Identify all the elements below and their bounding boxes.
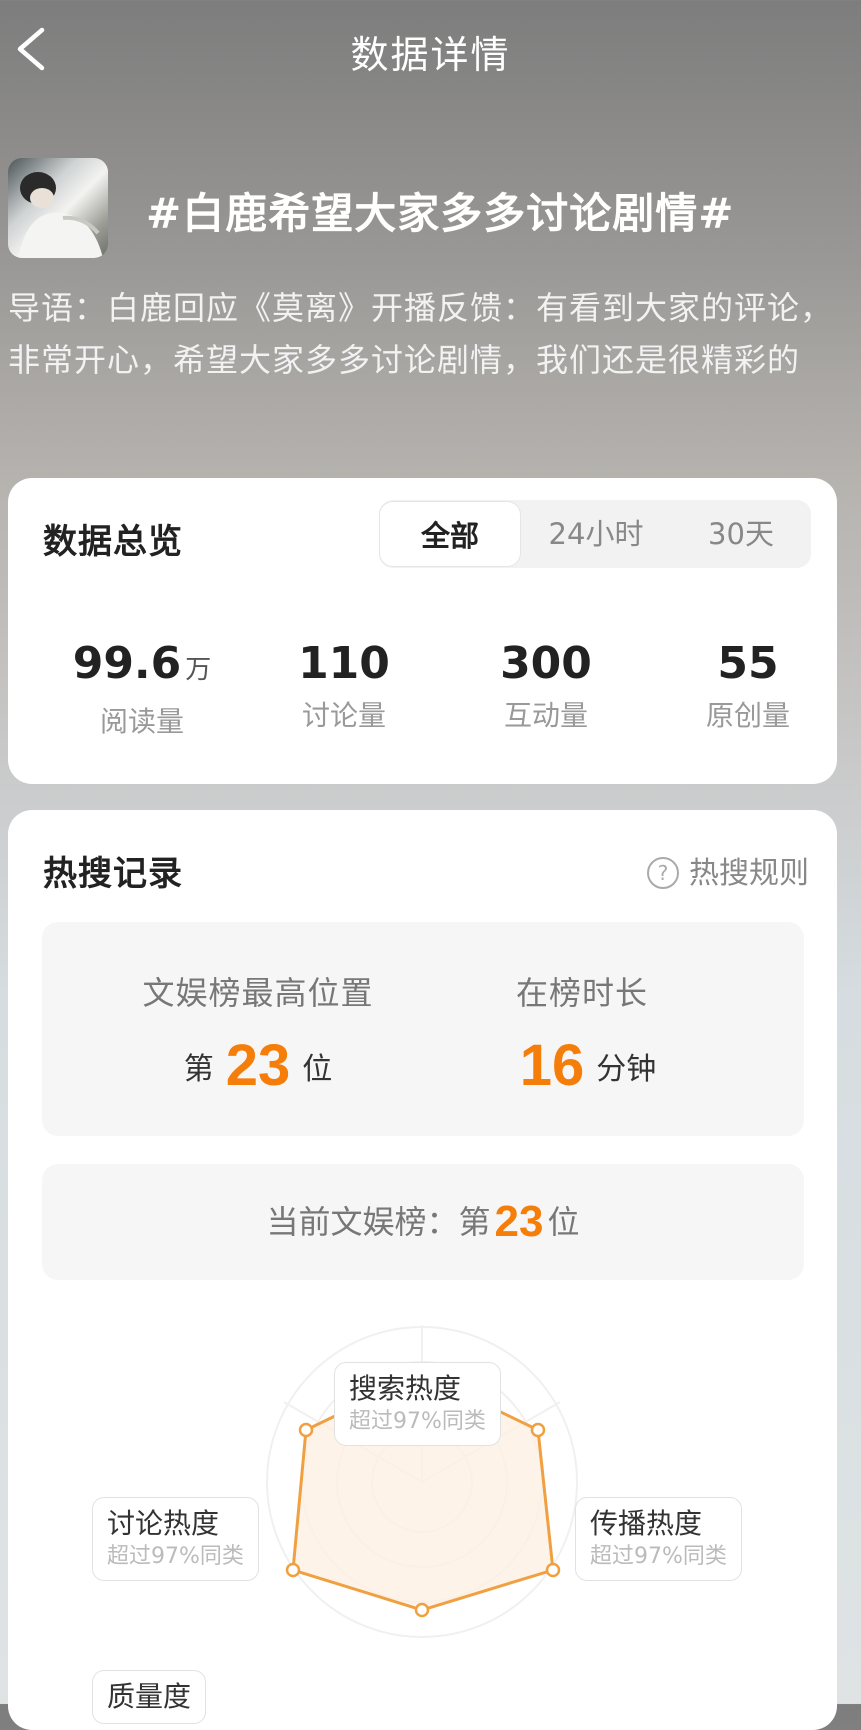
stat-originals-value: 55 bbox=[717, 638, 779, 689]
topic-avatar bbox=[8, 158, 108, 258]
axis-spread-heat-title: 传播热度 bbox=[590, 1507, 703, 1540]
stat-discussions-label: 讨论量 bbox=[301, 699, 386, 732]
axis-search-heat: 搜索热度 超过97%同类 bbox=[334, 1362, 501, 1446]
radar-vertex-2 bbox=[545, 1562, 561, 1578]
axis-discussion-heat-sub: 超过97%同类 bbox=[107, 1544, 244, 1569]
avatar-photo-icon bbox=[18, 172, 103, 258]
axis-discussion-heat-title: 讨论热度 bbox=[107, 1507, 220, 1540]
axis-spread-heat-sub: 超过97%同类 bbox=[590, 1544, 727, 1569]
stat-reads-value: 99.6 万 bbox=[72, 638, 212, 689]
stat-reads-unit: 万 bbox=[185, 655, 212, 685]
tab-all[interactable]: 全部 bbox=[379, 501, 521, 567]
stat-originals: 55 原创量 bbox=[648, 638, 848, 734]
tab-24h[interactable]: 24小时 bbox=[521, 500, 671, 568]
radar-vertex-3 bbox=[414, 1602, 430, 1618]
page-title: 数据详情 bbox=[350, 33, 511, 77]
axis-search-heat-sub: 超过97%同类 bbox=[349, 1409, 486, 1434]
axis-search-heat-title: 搜索热度 bbox=[349, 1372, 462, 1405]
axis-quality-title: 质量度 bbox=[107, 1680, 192, 1713]
stat-reads-label: 阅读量 bbox=[99, 705, 184, 738]
radar-vertex-1 bbox=[530, 1422, 546, 1438]
topic-intro: 导语：白鹿回应《莫离》开播反馈：有看到大家的评论，非常开心，希望大家多多讨论剧情… bbox=[8, 289, 834, 379]
tab-30d[interactable]: 30天 bbox=[671, 500, 811, 568]
stat-discussions-value: 110 bbox=[298, 638, 390, 689]
stat-interactions: 300 互动量 bbox=[446, 638, 646, 734]
time-range-tabs: 全部 24小时 30天 bbox=[379, 500, 811, 568]
stat-interactions-value: 300 bbox=[500, 638, 592, 689]
stat-interactions-label: 互动量 bbox=[503, 699, 588, 732]
top-bar: 数据详情 bbox=[0, 0, 861, 100]
radar-vertex-4 bbox=[285, 1562, 301, 1578]
stat-discussions: 110 讨论量 bbox=[244, 638, 444, 734]
topic-header: #白鹿希望大家多多讨论剧情# bbox=[8, 158, 853, 262]
hot-search-card: 热搜记录 ? 热搜规则 文娱榜最高位置 第 23 位 在榜时长 16 分钟 当前文娱榜：… bbox=[8, 810, 837, 1730]
axis-quality: 质量度 bbox=[92, 1670, 207, 1724]
radar-vertex-5 bbox=[298, 1422, 314, 1438]
topic-title: #白鹿希望大家多多讨论剧情# bbox=[146, 189, 735, 238]
heat-radar-chart bbox=[266, 1325, 578, 1638]
stat-originals-label: 原创量 bbox=[705, 699, 790, 732]
overview-title: 数据总览 bbox=[43, 522, 183, 562]
axis-spread-heat: 传播热度 超过97%同类 bbox=[575, 1497, 742, 1581]
stat-reads: 99.6 万 阅读量 bbox=[42, 638, 242, 740]
data-overview-card: 数据总览 全部 24小时 30天 99.6 万 阅读量 110 讨论量 300 互… bbox=[8, 478, 837, 784]
axis-discussion-heat: 讨论热度 超过97%同类 bbox=[92, 1497, 259, 1581]
